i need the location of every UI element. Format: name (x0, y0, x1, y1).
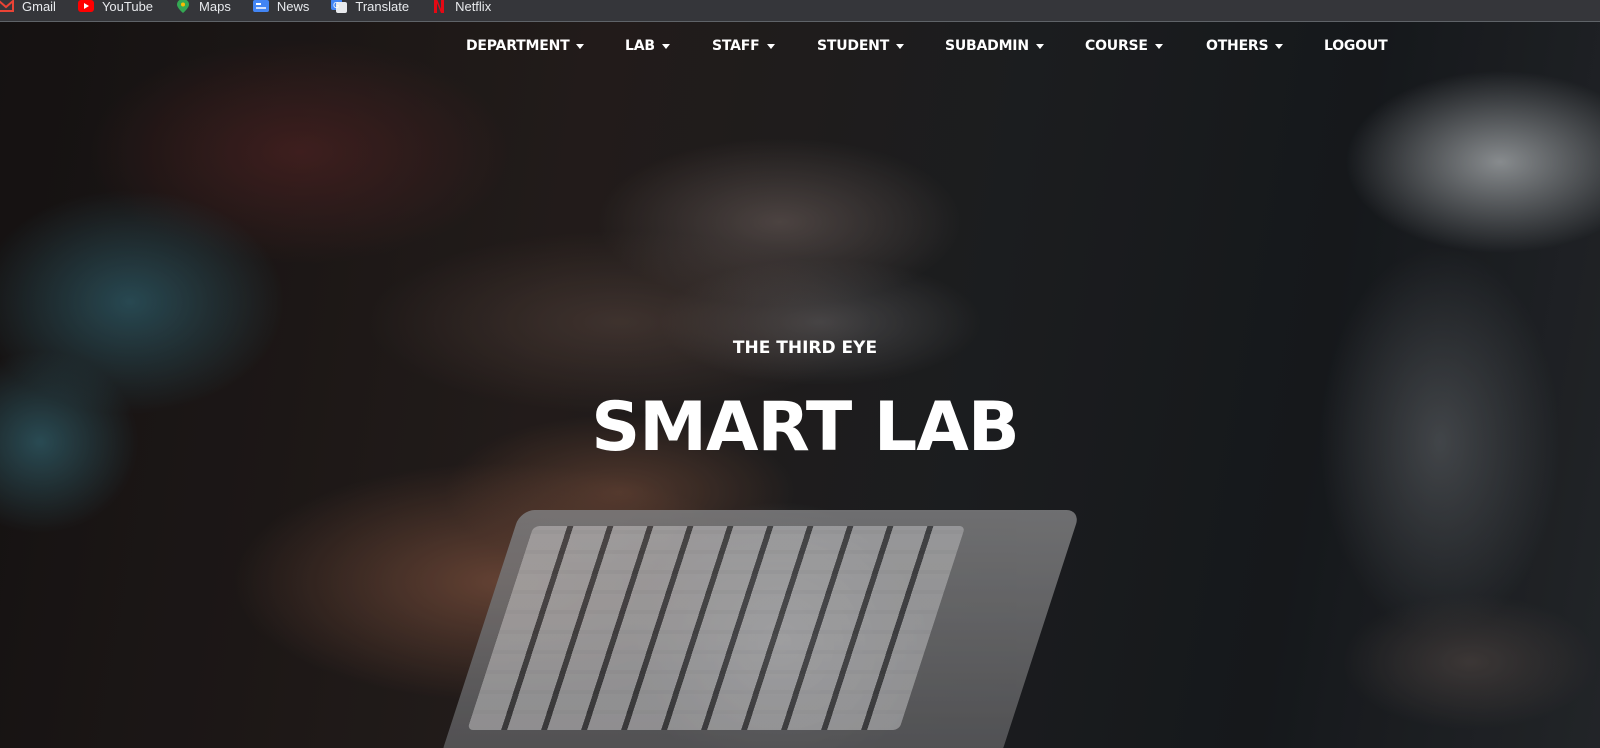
bookmark-label: News (276, 0, 310, 14)
youtube-icon (77, 0, 94, 13)
main-navigation: DEPARTMENT LAB STAFF STUDENT SUBADMIN CO… (0, 22, 1600, 74)
caret-down-icon (576, 43, 585, 49)
nav-label: STUDENT (817, 38, 890, 54)
caret-down-icon (1154, 43, 1163, 49)
nav-label: OTHERS (1206, 38, 1269, 54)
nav-subadmin[interactable]: SUBADMIN (945, 38, 1044, 54)
bookmark-translate[interactable]: G Translate (331, 0, 409, 14)
nav-logout[interactable]: LOGOUT (1324, 38, 1388, 54)
hero-background-image (0, 22, 1600, 748)
bookmark-gmail[interactable]: Gmail (0, 0, 56, 14)
nav-label: LOGOUT (1324, 38, 1388, 54)
nav-label: LAB (625, 38, 655, 54)
nav-department[interactable]: DEPARTMENT (466, 38, 585, 54)
bookmark-label: Gmail (22, 0, 56, 14)
caret-down-icon (896, 43, 905, 49)
bookmarks-bar: Gmail YouTube Maps News G Translate Netf… (0, 0, 1600, 22)
bookmark-maps[interactable]: Maps (175, 0, 231, 14)
nav-student[interactable]: STUDENT (817, 38, 905, 54)
nav-course[interactable]: COURSE (1085, 38, 1163, 54)
nav-staff[interactable]: STAFF (712, 38, 775, 54)
maps-icon (175, 0, 191, 13)
bookmark-youtube[interactable]: YouTube (77, 0, 154, 14)
netflix-icon (431, 0, 447, 13)
news-icon (252, 0, 269, 13)
nav-lab[interactable]: LAB (625, 38, 670, 54)
bookmark-label: Translate (355, 0, 410, 14)
bookmark-label: Netflix (455, 0, 492, 14)
bookmark-news[interactable]: News (252, 0, 310, 14)
caret-down-icon (766, 43, 775, 49)
nav-label: SUBADMIN (945, 38, 1029, 54)
gmail-icon (0, 0, 14, 13)
bookmark-label: YouTube (101, 0, 154, 14)
svg-text:G: G (333, 1, 339, 10)
nav-label: STAFF (712, 38, 760, 54)
caret-down-icon (661, 43, 670, 49)
caret-down-icon (1275, 43, 1284, 49)
nav-others[interactable]: OTHERS (1206, 38, 1284, 54)
bookmark-label: Maps (199, 0, 231, 14)
hero-title: SMART LAB (591, 388, 1019, 467)
nav-label: COURSE (1085, 38, 1148, 54)
bookmark-netflix[interactable]: Netflix (431, 0, 491, 14)
nav-label: DEPARTMENT (466, 38, 570, 54)
hero-kicker: THE THIRD EYE (732, 338, 878, 358)
translate-icon: G (331, 0, 348, 13)
caret-down-icon (1035, 43, 1044, 49)
